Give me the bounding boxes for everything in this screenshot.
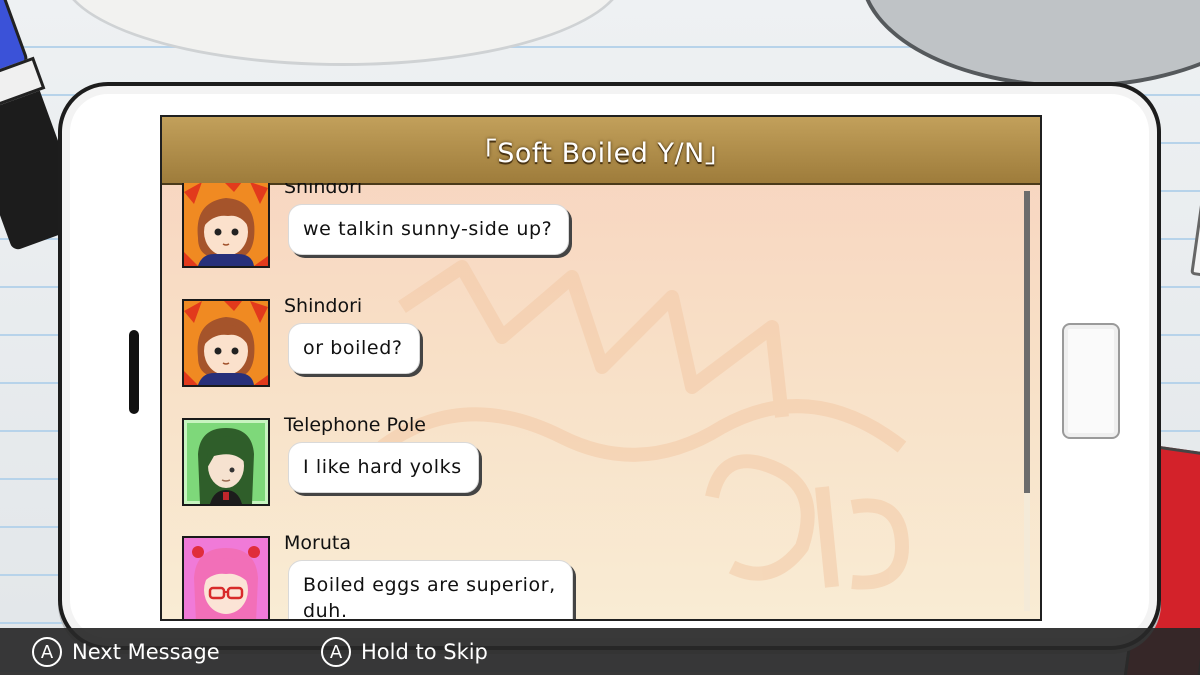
- chat-title: 「Soft Boiled Y/N」: [469, 137, 733, 169]
- phone-speaker-slot: [129, 330, 139, 414]
- hold-to-skip-hint[interactable]: A Hold to Skip: [321, 636, 488, 668]
- message-sender: Shindori: [284, 295, 363, 317]
- scrollbar-thumb[interactable]: [1024, 191, 1030, 493]
- message-bubble: Boiled eggs are superior, duh.: [288, 560, 573, 619]
- message-scrollbar[interactable]: [1024, 191, 1030, 611]
- game-scene: 「Soft Boiled Y/N」 Shindori we talkin sun…: [0, 0, 1200, 675]
- shindori-avatar: [182, 183, 270, 268]
- message-sender: Shindori: [284, 183, 363, 198]
- phone-screen: 「Soft Boiled Y/N」 Shindori we talkin sun…: [160, 115, 1042, 621]
- message-sender: Telephone Pole: [284, 414, 426, 436]
- phone-home-button[interactable]: [1062, 323, 1120, 439]
- next-message-label[interactable]: Next Message: [72, 640, 220, 664]
- message-bubble: or boiled?: [288, 323, 420, 374]
- chat-message: Moruta Boiled eggs are superior, duh.: [182, 532, 1002, 619]
- message-sender: Moruta: [284, 532, 351, 554]
- message-bubble: we talkin sunny-side up?: [288, 204, 570, 255]
- control-hint-bar: A Next Message A Hold to Skip: [0, 628, 1200, 675]
- a-button-icon[interactable]: A: [321, 637, 351, 667]
- chat-message: Shindori we talkin sunny-side up?: [182, 183, 1002, 290]
- chat-message: Telephone Pole I like hard yolks: [182, 414, 1002, 528]
- chat-title-bar: 「Soft Boiled Y/N」: [162, 117, 1040, 185]
- hold-to-skip-label[interactable]: Hold to Skip: [361, 640, 488, 664]
- telephone-pole-avatar: [182, 418, 270, 506]
- message-bubble: I like hard yolks: [288, 442, 479, 493]
- next-message-hint[interactable]: A Next Message: [32, 636, 220, 668]
- moruta-avatar: [182, 536, 270, 619]
- message-list[interactable]: Shindori we talkin sunny-side up? Shindo…: [162, 183, 1022, 619]
- a-button-icon[interactable]: A: [32, 637, 62, 667]
- chat-message: Shindori or boiled?: [182, 295, 1002, 409]
- shindori-avatar: [182, 299, 270, 387]
